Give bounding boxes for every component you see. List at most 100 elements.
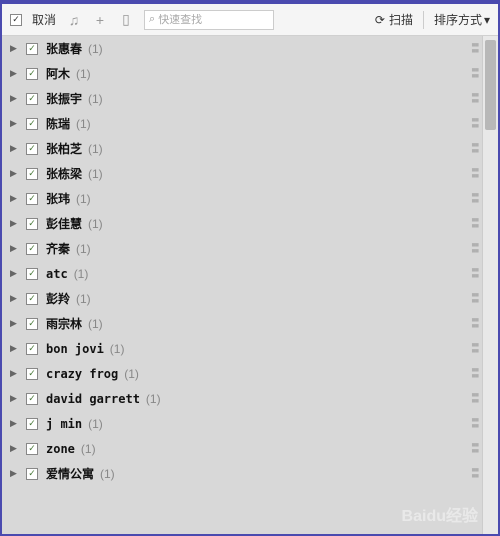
sort-label: 排序方式 [434,11,482,28]
grid-icon[interactable]: ■■■■ [472,393,478,405]
expand-arrow-icon[interactable]: ▶ [10,93,22,104]
chevron-down-icon: ▾ [484,13,490,27]
expand-arrow-icon[interactable]: ▶ [10,343,22,354]
item-checkbox[interactable] [26,343,38,355]
item-count: (1) [88,142,103,156]
expand-arrow-icon[interactable]: ▶ [10,118,22,129]
grid-icon[interactable]: ■■■■ [472,43,478,55]
expand-arrow-icon[interactable]: ▶ [10,143,22,154]
expand-arrow-icon[interactable]: ▶ [10,418,22,429]
list-item[interactable]: ▶张振宇(1)■■■■ [2,86,498,111]
expand-arrow-icon[interactable]: ▶ [10,468,22,479]
scan-button[interactable]: ⟳ 扫描 [375,11,413,28]
grid-icon[interactable]: ■■■■ [472,343,478,355]
list-item[interactable]: ▶ 齐秦 (1) ■■■■ [2,236,498,261]
expand-arrow-icon[interactable]: ▶ [10,43,22,54]
item-checkbox[interactable] [26,368,38,380]
list-item[interactable]: ▶陈瑞(1)■■■■ [2,111,498,136]
item-count: (1) [88,167,103,181]
device-icon[interactable]: ▯ [118,11,134,28]
toolbar: 取消 ♫ + ▯ ⌕ ⟳ 扫描 排序方式 ▾ [2,4,498,36]
item-count: (1) [88,317,103,331]
expand-arrow-icon[interactable]: ▶ [10,393,22,404]
list-item[interactable]: ▶bon jovi(1)■■■■ [2,336,498,361]
expand-arrow-icon[interactable]: ▶ [10,168,22,179]
expand-arrow-icon[interactable]: ▶ [10,443,22,454]
item-checkbox[interactable] [26,143,38,155]
item-checkbox[interactable] [26,443,38,455]
item-count: (1) [88,217,103,231]
list-item[interactable]: ▶ 彭羚 (1) ■■■■ [2,286,498,311]
list-item[interactable]: ▶张惠春(1)■■■■ [2,36,498,61]
item-checkbox[interactable] [26,243,38,255]
headphones-icon[interactable]: ♫ [66,12,82,28]
item-checkbox[interactable] [26,418,38,430]
grid-icon[interactable]: ■■■■ [472,218,478,230]
item-name: 彭羚 [46,290,70,307]
expand-arrow-icon[interactable]: ▶ [10,193,22,204]
expand-arrow-icon[interactable]: ▶ [10,368,22,379]
plus-icon[interactable]: + [92,12,108,28]
search-box[interactable]: ⌕ [144,10,274,30]
grid-icon[interactable]: ■■■■ [472,68,478,80]
grid-icon[interactable]: ■■■■ [472,293,478,305]
item-checkbox[interactable] [26,218,38,230]
sort-button[interactable]: 排序方式 ▾ [434,11,490,28]
list-item[interactable]: ▶张玮(1)■■■■ [2,186,498,211]
item-checkbox[interactable] [26,193,38,205]
item-checkbox[interactable] [26,393,38,405]
grid-icon[interactable]: ■■■■ [472,268,478,280]
list-item[interactable]: ▶crazy frog(1)■■■■ [2,361,498,386]
grid-icon[interactable]: ■■■■ [472,118,478,130]
list-item[interactable]: ▶彭佳慧(1)■■■■ [2,211,498,236]
grid-icon[interactable]: ■■■■ [472,318,478,330]
list-item[interactable]: ▶张柏芝(1)■■■■ [2,136,498,161]
list-item[interactable]: ▶张栋梁(1)■■■■ [2,161,498,186]
item-count: (1) [124,367,139,381]
list-item[interactable]: ▶ atc (1) ■■■■ [2,261,498,286]
list-item[interactable]: ▶雨宗林(1)■■■■ [2,311,498,336]
grid-icon[interactable]: ■■■■ [472,418,478,430]
grid-icon[interactable]: ■■■■ [472,468,478,480]
list-item[interactable]: ▶爱情公寓(1)■■■■ [2,461,498,486]
search-input[interactable] [158,14,269,26]
expand-arrow-icon[interactable]: ▶ [10,218,22,229]
grid-icon[interactable]: ■■■■ [472,243,478,255]
scrollbar[interactable] [482,36,498,534]
list-item[interactable]: ▶zone(1)■■■■ [2,436,498,461]
item-count: (1) [74,267,89,281]
item-checkbox[interactable] [26,118,38,130]
item-checkbox[interactable] [26,318,38,330]
grid-icon[interactable]: ■■■■ [472,143,478,155]
grid-icon[interactable]: ■■■■ [472,368,478,380]
item-checkbox[interactable] [26,68,38,80]
item-checkbox[interactable] [26,168,38,180]
expand-arrow-icon[interactable]: ▶ [10,318,22,329]
item-checkbox[interactable] [26,293,38,305]
expand-arrow-icon[interactable]: ▶ [10,268,22,279]
grid-icon[interactable]: ■■■■ [472,93,478,105]
select-all-checkbox[interactable] [10,14,22,26]
grid-icon[interactable]: ■■■■ [472,193,478,205]
list-item[interactable]: ▶david garrett(1)■■■■ [2,386,498,411]
item-checkbox[interactable] [26,468,38,480]
list-area: ▶张惠春(1)■■■■▶阿木(1)■■■■▶张振宇(1)■■■■▶陈瑞(1)■■… [2,36,498,534]
item-checkbox[interactable] [26,43,38,55]
list-item[interactable]: ▶阿木(1)■■■■ [2,61,498,86]
item-name: atc [46,267,68,281]
item-count: (1) [76,292,91,306]
item-name: 张惠春 [46,40,82,57]
grid-icon[interactable]: ■■■■ [472,168,478,180]
cancel-button[interactable]: 取消 [32,11,56,28]
item-name: 齐秦 [46,240,70,257]
item-checkbox[interactable] [26,268,38,280]
grid-icon[interactable]: ■■■■ [472,443,478,455]
item-checkbox[interactable] [26,93,38,105]
scan-icon: ⟳ [375,13,385,27]
list-item[interactable]: ▶j min(1)■■■■ [2,411,498,436]
expand-arrow-icon[interactable]: ▶ [10,243,22,254]
scrollbar-thumb[interactable] [485,40,496,130]
expand-arrow-icon[interactable]: ▶ [10,293,22,304]
expand-arrow-icon[interactable]: ▶ [10,68,22,79]
item-count: (1) [76,242,91,256]
